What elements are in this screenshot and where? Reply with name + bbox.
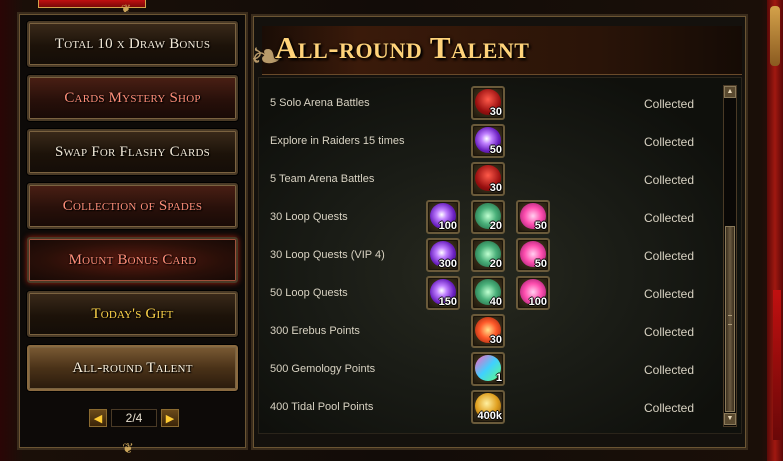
task-row: Explore in Raiders 15 times 50 Collected [270, 124, 720, 160]
bottom-ornament-icon: ❦ [122, 440, 134, 456]
task-label: 400 Tidal Pool Points [270, 401, 374, 413]
task-status: Collected [644, 211, 695, 225]
task-label: 5 Team Arena Battles [270, 173, 375, 185]
reward-quantity: 300 [438, 258, 457, 270]
reward-item[interactable]: 50 [516, 200, 550, 234]
page-indicator: 2/4 [111, 409, 157, 427]
right-frame-pillar [773, 290, 781, 440]
right-arrow-icon[interactable]: ▶ [161, 409, 179, 427]
task-label: 5 Solo Arena Battles [270, 97, 370, 109]
menu-mount-bonus-card[interactable]: Mount Bonus Card [27, 237, 238, 283]
reward-item[interactable]: 400k [471, 390, 505, 424]
reward-quantity: 40 [489, 296, 502, 308]
scroll-down-icon[interactable]: ▼ [724, 413, 736, 425]
reward-quantity: 30 [489, 106, 502, 118]
reward-item[interactable]: 20 [471, 238, 505, 272]
reward-quantity: 20 [489, 220, 502, 232]
task-status: Collected [644, 173, 695, 187]
reward-quantity: 20 [489, 258, 502, 270]
left-arrow-icon[interactable]: ◀ [89, 409, 107, 427]
reward-item[interactable]: 50 [516, 238, 550, 272]
reward-quantity: 100 [438, 220, 457, 232]
task-row: 5 Team Arena Battles 30 Collected [270, 162, 720, 198]
task-status: Collected [644, 135, 695, 149]
reward-item[interactable]: 20 [471, 200, 505, 234]
reward-quantity: 1 [495, 372, 502, 384]
task-label: 500 Gemology Points [270, 363, 376, 375]
reward-quantity: 50 [534, 220, 547, 232]
task-status: Collected [644, 249, 695, 263]
reward-quantity: 30 [489, 334, 502, 346]
task-row: 300 Erebus Points 30 Collected [270, 314, 720, 350]
reward-quantity: 30 [489, 182, 502, 194]
reward-quantity: 50 [489, 144, 502, 156]
task-row: 30 Loop Quests (VIP 4) 300 20 50 Collected [270, 238, 720, 274]
reward-item[interactable]: 30 [471, 314, 505, 348]
reward-item[interactable]: 100 [426, 200, 460, 234]
task-row: 50 Loop Quests 150 40 100 Collected [270, 276, 720, 312]
task-status: Collected [644, 401, 695, 415]
menu-pager: ◀ 2/4 ▶ [89, 407, 179, 429]
reward-item[interactable]: 150 [426, 276, 460, 310]
menu-todays-gift[interactable]: Today's Gift [27, 291, 238, 337]
task-row: 5 Solo Arena Battles 30 Collected [270, 86, 720, 122]
reward-item[interactable]: 30 [471, 162, 505, 196]
menu-swap-for-flashy-cards[interactable]: Swap For Flashy Cards [27, 129, 238, 175]
task-label: 30 Loop Quests [270, 211, 348, 223]
right-frame-ornament [770, 6, 780, 66]
task-row: 30 Loop Quests 100 20 50 Collected [270, 200, 720, 236]
reward-item[interactable]: 1 [471, 352, 505, 386]
reward-item[interactable]: 50 [471, 124, 505, 158]
reward-item[interactable]: 40 [471, 276, 505, 310]
reward-quantity: 50 [534, 258, 547, 270]
task-label: Explore in Raiders 15 times [270, 135, 405, 147]
reward-quantity: 150 [438, 296, 457, 308]
task-label: 30 Loop Quests (VIP 4) [270, 249, 385, 261]
reward-item[interactable]: 300 [426, 238, 460, 272]
task-row: 400 Tidal Pool Points 400k Collected [270, 390, 720, 426]
task-status: Collected [644, 325, 695, 339]
task-status: Collected [644, 97, 695, 111]
menu-all-round-talent[interactable]: All-round Talent [27, 345, 238, 391]
scrollbar-thumb[interactable] [725, 226, 735, 412]
menu-total-10x-draw-bonus[interactable]: Total 10 x Draw Bonus [27, 21, 238, 67]
task-status: Collected [644, 287, 695, 301]
task-status: Collected [644, 363, 695, 377]
menu-cards-mystery-shop[interactable]: Cards Mystery Shop [27, 75, 238, 121]
menu-collection-of-spades[interactable]: Collection of Spades [27, 183, 238, 229]
task-label: 50 Loop Quests [270, 287, 348, 299]
task-row: 500 Gemology Points 1 Collected [270, 352, 720, 388]
reward-quantity: 100 [528, 296, 547, 308]
reward-item[interactable]: 100 [516, 276, 550, 310]
panel-title: All-round Talent [275, 30, 530, 65]
scroll-up-icon[interactable]: ▲ [724, 86, 736, 98]
reward-item[interactable]: 30 [471, 86, 505, 120]
task-label: 300 Erebus Points [270, 325, 360, 337]
reward-quantity: 400k [477, 410, 502, 422]
